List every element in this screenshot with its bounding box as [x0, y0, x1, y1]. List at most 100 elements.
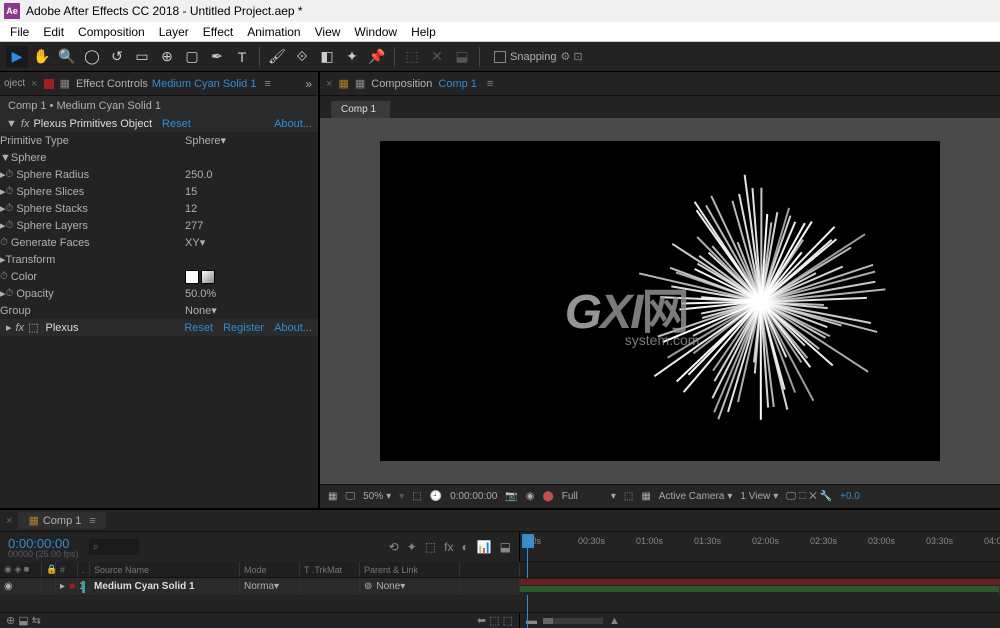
resolution-dropdown[interactable]: Full▾	[562, 491, 616, 502]
window-titlebar: Ae Adobe After Effects CC 2018 - Untitle…	[0, 0, 1000, 22]
menu-file[interactable]: File	[4, 23, 35, 41]
rect-tool[interactable]: ▢	[181, 46, 203, 68]
pen-tool[interactable]: ✒	[206, 46, 228, 68]
opacity-value[interactable]: 50.0	[185, 288, 206, 300]
time-ruler[interactable]: :00s 00:30s 01:00s 01:30s 02:00s 02:30s …	[520, 532, 1000, 562]
effect-plexus-primitives[interactable]: ▼fx Plexus Primitives Object Reset About…	[0, 116, 318, 132]
snapping-checkbox[interactable]	[494, 51, 506, 63]
reset-link[interactable]: Reset	[184, 322, 213, 334]
menu-layer[interactable]: Layer	[153, 23, 195, 41]
reset-link[interactable]: Reset	[162, 118, 191, 130]
generate-faces-label: Generate Faces	[11, 237, 90, 249]
comp-subtab[interactable]: Comp 1	[330, 100, 391, 118]
brush-tool[interactable]: 🖌	[266, 46, 288, 68]
menu-edit[interactable]: Edit	[37, 23, 70, 41]
type-tool[interactable]: T	[231, 46, 253, 68]
parent-dropdown[interactable]: None▾	[376, 581, 436, 592]
menu-window[interactable]: Window	[348, 23, 403, 41]
shy-icon[interactable]: ⟲	[389, 540, 399, 554]
fx-icon[interactable]: fx	[444, 540, 453, 554]
sphere-layers-label: Sphere Layers	[16, 220, 88, 232]
exposure-value[interactable]: +0.0	[840, 491, 860, 502]
timecode-display[interactable]: 0:00:00:00	[450, 491, 497, 502]
zoom-dropdown[interactable]: 50%▾	[363, 491, 391, 502]
channel-icon[interactable]: ⬤	[543, 491, 554, 502]
register-link[interactable]: Register	[223, 322, 264, 334]
snapping-opts-icon[interactable]: ⚙ ⊡	[561, 50, 583, 63]
zoom-in-icon[interactable]: ▲	[609, 615, 620, 627]
graph-icon[interactable]: 📊	[477, 540, 492, 554]
puppet-tool[interactable]: 📌	[366, 46, 388, 68]
draft-icon[interactable]: ⬚	[425, 540, 436, 554]
sphere-radius-value[interactable]: 250.0	[185, 169, 213, 181]
sphere-slices-label: Sphere Slices	[16, 186, 84, 198]
local-axis-icon[interactable]: ⬚	[401, 46, 423, 68]
layer-name[interactable]: Medium Cyan Solid 1	[90, 578, 240, 595]
grid-icon[interactable]: ▦	[328, 491, 337, 502]
eraser-tool[interactable]: ◧	[316, 46, 338, 68]
effect-plexus[interactable]: ▸fx⬚ Plexus Reset Register About...	[0, 319, 318, 336]
color-swatch[interactable]	[185, 270, 199, 284]
draft3d-icon[interactable]: ✦	[407, 540, 417, 554]
clone-tool[interactable]: ⟐	[291, 46, 313, 68]
primitive-type-dropdown[interactable]: Sphere▾	[185, 134, 226, 147]
menu-composition[interactable]: Composition	[72, 23, 151, 41]
sphere-stacks-value[interactable]: 12	[185, 203, 197, 215]
view-opts-icon[interactable]: 🖵 ⬚ ✕ 🔧	[786, 491, 832, 502]
fps-hint: 00000 (25.00 fps)	[8, 549, 79, 559]
brain-icon[interactable]: ⬓	[500, 540, 511, 554]
layer-color-swatch[interactable]	[82, 581, 85, 593]
generate-faces-dropdown[interactable]: XY▾	[185, 236, 205, 249]
effect-controls-tab[interactable]: Effect Controls Medium Cyan Solid 1 ≡	[76, 78, 271, 90]
blend-mode-dropdown[interactable]: Norma▾	[244, 581, 294, 592]
composition-tab[interactable]: Composition	[371, 78, 432, 90]
orbit-tool[interactable]: ◯	[81, 46, 103, 68]
zoom-tool[interactable]: 🔍	[56, 46, 78, 68]
view-axis-icon[interactable]: ⬓	[451, 46, 473, 68]
viewer-footer: ▦ 🖵 50%▾ ▾ ⬚ 🕘 0:00:00:00 📷 ◉ ⬤ Full▾ ⬚ …	[320, 484, 1000, 508]
snapping-group[interactable]: Snapping ⚙ ⊡	[494, 50, 583, 63]
opacity-label: Opacity	[16, 288, 53, 300]
sphere-group[interactable]: Sphere	[11, 152, 46, 164]
layer-modes-toggle[interactable]: ⬅ ⬚ ⬚	[477, 614, 513, 627]
mask-icon[interactable]: ⬚	[412, 491, 421, 502]
sphere-slices-value[interactable]: 15	[185, 186, 197, 198]
menu-help[interactable]: Help	[405, 23, 442, 41]
hand-tool[interactable]: ✋	[31, 46, 53, 68]
composition-viewer[interactable]: GXI网 system.com	[320, 118, 1000, 484]
transform-group[interactable]: Transform	[6, 254, 56, 266]
pan-behind-tool[interactable]: ⊕	[156, 46, 178, 68]
menu-animation[interactable]: Animation	[241, 23, 306, 41]
zoom-slider[interactable]	[543, 618, 603, 624]
menu-view[interactable]: View	[309, 23, 347, 41]
toggle-switches-icon[interactable]: ⊕ ⬓ ⇆	[6, 614, 41, 627]
time-icon[interactable]: 🕘	[430, 491, 442, 502]
motion-blur-icon[interactable]: ◐	[461, 540, 468, 554]
rotate-tool[interactable]: ↺	[106, 46, 128, 68]
eyedropper-icon[interactable]	[201, 270, 215, 284]
selection-tool[interactable]: ▶	[6, 46, 28, 68]
about-link[interactable]: About...	[274, 118, 312, 130]
timeline-panel: × ▦Comp 1≡ 0:00:00:00 00000 (25.00 fps) …	[0, 508, 1000, 628]
panel-overflow-icon[interactable]: »	[305, 77, 310, 91]
about-link[interactable]: About...	[274, 322, 312, 334]
roi-icon[interactable]: ⬚	[624, 491, 633, 502]
snapshot-icon[interactable]: 📷	[505, 491, 517, 502]
group-dropdown[interactable]: None▾	[185, 304, 217, 317]
show-snapshot-icon[interactable]: ◉	[526, 491, 535, 502]
tool-separator	[394, 47, 395, 67]
transparency-icon[interactable]: ▦	[641, 491, 650, 502]
camera-tool[interactable]: ▭	[131, 46, 153, 68]
sphere-layers-value[interactable]: 277	[185, 220, 203, 232]
view-dropdown[interactable]: 1 View▾	[740, 491, 778, 502]
world-axis-icon[interactable]: ✕	[426, 46, 448, 68]
layer-row[interactable]: ◉ ▸■1 Medium Cyan Solid 1 Norma▾ ⊚None▾	[0, 578, 1000, 596]
layer-track[interactable]	[520, 578, 1000, 595]
layer-search-input[interactable]	[89, 539, 139, 555]
project-tab[interactable]: oject	[4, 78, 25, 89]
menu-effect[interactable]: Effect	[197, 23, 239, 41]
camera-dropdown[interactable]: Active Camera▾	[659, 491, 733, 502]
display-icon[interactable]: 🖵	[345, 491, 355, 502]
roto-tool[interactable]: ✦	[341, 46, 363, 68]
timeline-tab[interactable]: ▦Comp 1≡	[18, 512, 105, 529]
